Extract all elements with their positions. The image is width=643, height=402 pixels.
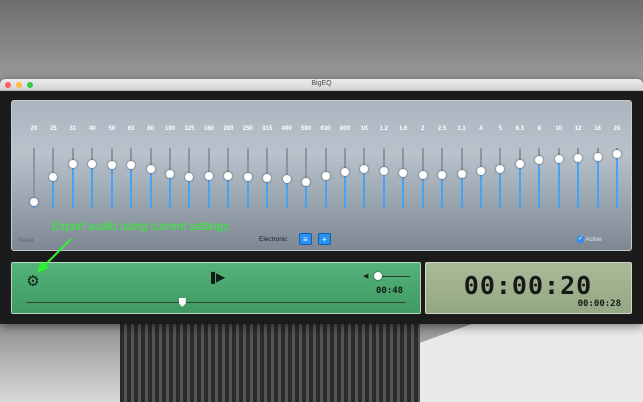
band-slider-knob[interactable] (302, 178, 311, 187)
desktop-dune-shadow (120, 324, 420, 402)
band-slider-knob[interactable] (554, 154, 563, 163)
band-slider-fill (382, 170, 385, 208)
band-slider-knob[interactable] (379, 166, 388, 175)
band-slider-fill (421, 175, 424, 208)
band-slider-knob[interactable] (30, 198, 38, 206)
band-slider-fill (246, 176, 249, 208)
band-slider-fill (91, 164, 94, 208)
preset-menu-button[interactable]: ≡ (299, 233, 312, 245)
preset-name: Electronic (259, 236, 288, 243)
window-title: BigEQ (311, 80, 332, 87)
clock-panel: 00:00:20 00:00:28 (425, 262, 632, 314)
band-slider-fill (518, 164, 521, 208)
band-slider-fill (596, 157, 599, 208)
band-slider-knob[interactable] (321, 172, 330, 181)
seek-slider[interactable] (26, 302, 406, 303)
plus-icon: + (322, 235, 327, 244)
band-slider-fill (285, 179, 288, 208)
annotation-text: Export audio using current settings (52, 221, 230, 233)
seek-slider-knob[interactable] (178, 298, 186, 307)
checkmark-icon[interactable]: ✓ (577, 236, 584, 243)
desktop-background (0, 0, 643, 80)
band-slider-fill (110, 165, 113, 208)
band-slider-knob[interactable] (88, 160, 97, 169)
band-slider-knob[interactable] (282, 175, 291, 184)
band-slider-fill (616, 154, 618, 208)
band-slider-knob[interactable] (224, 172, 233, 181)
reset-button[interactable]: Reset (18, 238, 34, 244)
band-slider-knob[interactable] (360, 165, 369, 173)
band-slider-knob[interactable] (127, 161, 136, 170)
band-slider-fill (538, 160, 541, 208)
gear-icon[interactable]: ⚙ (25, 274, 41, 290)
band-slider-fill (363, 169, 366, 208)
volume-slider-knob[interactable] (373, 272, 382, 280)
band-slider-knob[interactable] (49, 172, 58, 181)
band-slider-fill (207, 176, 210, 208)
band-slider-knob[interactable] (515, 160, 524, 169)
band-slider-fill (71, 164, 74, 208)
band-slider-knob[interactable] (263, 174, 272, 182)
annotation-arrow-icon (37, 238, 72, 273)
band-slider-fill (266, 178, 269, 208)
band-slider-knob[interactable] (496, 165, 505, 173)
main-time-display: 00:00:20 (463, 271, 593, 300)
band-slider-knob[interactable] (457, 169, 466, 178)
band-slider-knob[interactable] (613, 150, 621, 158)
band-slider-knob[interactable] (166, 169, 175, 178)
band-slider-fill (305, 182, 308, 208)
band-slider-knob[interactable] (107, 161, 116, 170)
band-slider-fill (441, 175, 444, 208)
band-slider-fill (460, 173, 463, 208)
speaker-icon: ◀ (363, 273, 369, 280)
add-preset-button[interactable]: + (318, 233, 331, 245)
active-toggle[interactable]: ✓ Active (577, 236, 602, 243)
band-slider-knob[interactable] (535, 156, 544, 164)
active-label: Active (585, 237, 602, 244)
band-slider-fill (557, 158, 560, 208)
band-slider-fill (227, 176, 230, 208)
band-slider-knob[interactable] (340, 168, 349, 176)
band-slider-fill (169, 173, 172, 208)
band-slider-fill (402, 173, 405, 208)
band-slider-fill (479, 170, 482, 208)
window-titlebar[interactable]: BigEQ (0, 79, 643, 91)
band-slider-knob[interactable] (185, 172, 194, 181)
bigeq-window: BigEQ Reset Electronic ≡ + ✓ Active 20 25… (0, 79, 643, 324)
band-slider-knob[interactable] (476, 166, 485, 175)
band-slider-knob[interactable] (204, 172, 213, 181)
band-slider-knob[interactable] (418, 171, 427, 179)
band-slider-fill (130, 165, 133, 208)
band-slider-fill (52, 176, 55, 208)
play-pause-button[interactable]: ❚▶ (208, 270, 226, 284)
band-slider-knob[interactable] (146, 165, 155, 173)
band-slider-fill (149, 169, 152, 208)
band-slider-fill (188, 176, 191, 208)
play-pause-icon: ❚▶ (208, 270, 225, 284)
band-slider-knob[interactable] (243, 172, 252, 181)
band-slider-knob[interactable] (438, 171, 447, 179)
band-slider-knob[interactable] (68, 160, 77, 169)
band-slider-knob[interactable] (399, 169, 408, 178)
total-time-display: 00:00:28 (577, 299, 621, 309)
band-slider-knob[interactable] (574, 154, 583, 163)
band-slider-fill (343, 172, 346, 208)
band-slider-fill (324, 176, 327, 208)
list-icon: ≡ (303, 235, 308, 244)
band-slider-knob[interactable] (593, 153, 602, 161)
band-slider-fill (577, 158, 580, 208)
band-freq-label: 20 (613, 126, 621, 132)
elapsed-time: 00:48 (376, 286, 404, 296)
band-slider-fill (499, 169, 502, 208)
